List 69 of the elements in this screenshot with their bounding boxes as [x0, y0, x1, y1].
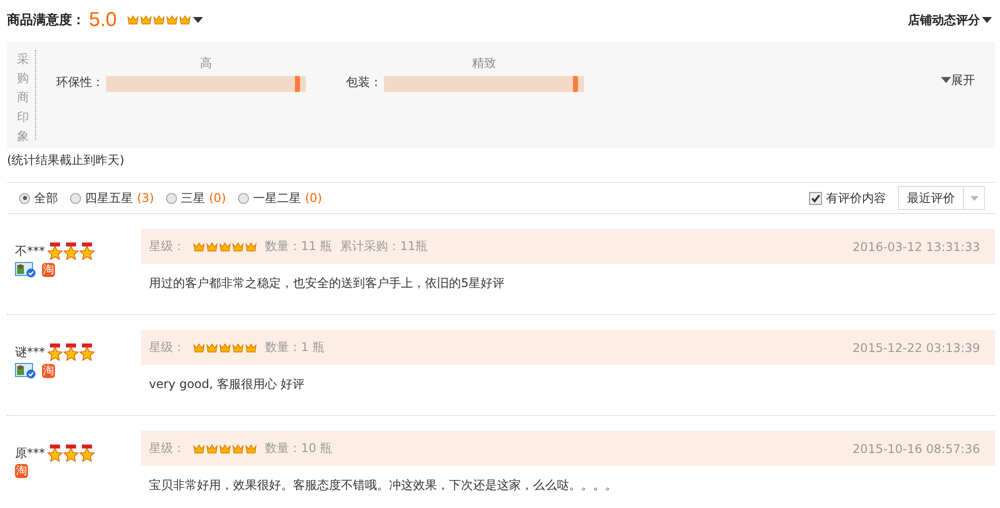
reviewer-name: 谜***	[15, 344, 45, 361]
star-icon	[219, 342, 231, 352]
impression-tag: 高	[200, 55, 212, 72]
satisfaction-score: 5.0	[89, 8, 117, 32]
star-icon	[126, 15, 139, 25]
medal-icon	[63, 343, 79, 361]
reviewer-name: 不***	[15, 243, 45, 260]
taobao-badge: 淘	[42, 364, 55, 378]
total-purchase-text: 累计采购：11瓶	[340, 238, 428, 255]
taobao-badge: 淘	[42, 263, 55, 277]
impression-label: 环保性：	[56, 74, 104, 91]
star-icon	[166, 15, 178, 25]
filter-option[interactable]: 一星二星 (0)	[238, 190, 322, 206]
medal-icon	[79, 343, 95, 361]
star-icon	[232, 444, 244, 454]
reviewer-name: 原***	[15, 445, 45, 462]
review-text: 宝贝非常好用，效果很好。客服态度不错哦。冲这效果，下次还是这家，么么哒。。。。	[148, 477, 618, 494]
review-date: 2015-12-22 03:13:39	[852, 340, 980, 354]
filter-option[interactable]: 三星 (0)	[166, 190, 226, 206]
star-icon	[219, 444, 231, 454]
medal-icon	[47, 444, 63, 462]
quantity-text: 数量：1 瓶	[265, 339, 324, 356]
rating-label: 星级：	[149, 440, 185, 457]
medal-icon	[63, 444, 79, 462]
medal-icon	[47, 343, 63, 361]
shop-rating-link[interactable]: 店铺动态评分	[908, 12, 980, 28]
star-icon	[193, 242, 205, 252]
review-text: very good, 客服很用心 好评	[148, 376, 306, 393]
star-icon	[206, 444, 218, 454]
sort-dropdown[interactable]: 最近评价	[898, 186, 985, 210]
review-text: 用过的客户都非常之稳定，也安全的送到客户手上，依旧的5星好评	[148, 275, 506, 292]
impression-title: 采购商印象	[15, 50, 36, 140]
medal-icon	[63, 242, 79, 260]
medal-icon	[47, 242, 63, 260]
star-icon	[245, 242, 257, 252]
quantity-text: 数量：10 瓶	[265, 440, 332, 457]
content-filter-checkbox[interactable]: 有评价内容	[809, 190, 886, 206]
impression-tag: 精致	[472, 55, 496, 72]
statistics-note: (统计结果截止到昨天)	[6, 152, 126, 169]
checkmark-icon	[810, 192, 821, 204]
satisfaction-label: 商品满意度：	[7, 12, 85, 29]
expand-link[interactable]: 展开	[939, 72, 975, 88]
star-icon	[178, 15, 191, 25]
star-icon	[193, 444, 205, 454]
star-icon	[193, 342, 205, 352]
caret-icon	[941, 77, 951, 83]
star-icon	[245, 444, 257, 454]
filter-option[interactable]: 全部	[19, 190, 58, 206]
caret-icon[interactable]	[192, 17, 203, 23]
taobao-badge: 淘	[15, 464, 28, 478]
star-icon	[232, 342, 244, 352]
caret-icon	[970, 196, 978, 200]
star-icon	[245, 342, 257, 352]
star-icon	[152, 15, 165, 25]
star-icon	[232, 242, 244, 252]
star-icon	[219, 242, 231, 252]
review-date: 2016-03-12 13:31:33	[852, 240, 980, 254]
star-icon	[206, 342, 218, 352]
filter-option[interactable]: 四星五星 (3)	[70, 190, 154, 206]
rating-label: 星级：	[149, 339, 185, 356]
star-icon	[206, 242, 218, 252]
medal-icon	[79, 242, 95, 260]
medal-icon	[79, 444, 95, 462]
impression-label: 包装：	[346, 74, 382, 91]
star-icon	[140, 15, 152, 25]
review-date: 2015-10-16 08:57:36	[852, 442, 980, 456]
quantity-text: 数量：11 瓶	[265, 238, 332, 255]
caret-icon[interactable]	[982, 17, 992, 23]
rating-label: 星级：	[149, 238, 185, 255]
